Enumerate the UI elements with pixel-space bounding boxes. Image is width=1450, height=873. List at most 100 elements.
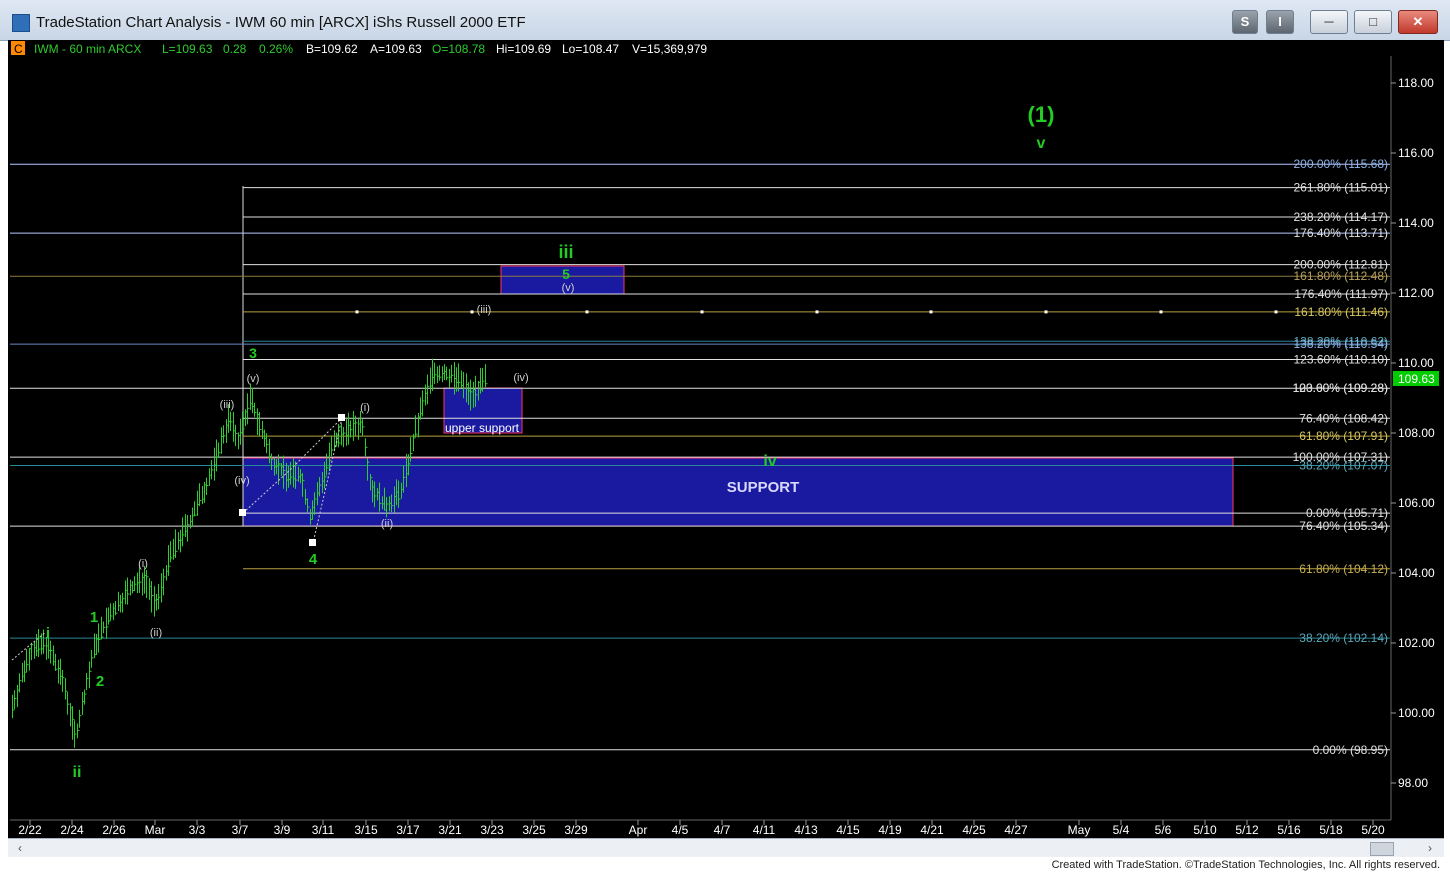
status-symbol: IWM - 60 min ARCX — [34, 42, 141, 56]
time-tick-label: 4/19 — [878, 823, 902, 837]
projection-dot — [1044, 310, 1048, 314]
wave-label: (ii) — [150, 627, 162, 639]
time-tick-label: 4/27 — [1004, 823, 1028, 837]
fib-label: 61.80% (104.12) — [1299, 562, 1388, 576]
time-tick-label: 2/22 — [18, 823, 42, 837]
time-tick-label: 5/18 — [1319, 823, 1343, 837]
wave-label: (v) — [562, 282, 575, 294]
symbol-link-s-button[interactable]: S — [1232, 10, 1258, 34]
status-last: L=109.63 — [162, 42, 213, 56]
wave-label: (1) — [1028, 102, 1055, 127]
projection-dot — [1159, 310, 1163, 314]
projection-dot — [470, 310, 474, 314]
maximize-button[interactable]: □ — [1354, 10, 1392, 34]
status-low: Lo=108.47 — [562, 42, 619, 56]
minimize-button[interactable]: ─ — [1310, 10, 1348, 34]
fib-label: 0.00% (105.71) — [1306, 506, 1388, 520]
projection-dot — [815, 310, 819, 314]
price-bars-layer — [12, 358, 488, 748]
time-tick-label: 2/26 — [102, 823, 126, 837]
price-chart[interactable]: C IWM - 60 min ARCX L=109.63 0.28 0.26% … — [8, 40, 1444, 838]
projection-dot — [700, 310, 704, 314]
wave-labels-layer: (1)viii5(v)(iii)3(v)(iii)(iv)(i)(iv)(ii)… — [46, 102, 1055, 781]
fib-label: 261.80% (115.01) — [1293, 181, 1388, 195]
time-tick-label: 3/7 — [232, 823, 249, 837]
wave-label: 2 — [96, 673, 104, 690]
fib-label: 123.60% (110.10) — [1293, 353, 1388, 367]
projection-dot — [929, 310, 933, 314]
horizontal-scrollbar[interactable]: ‹ › — [8, 838, 1444, 857]
price-tick-label: 104.00 — [1398, 566, 1435, 580]
upper-support-label: upper support — [445, 421, 520, 435]
price-tick-label: 110.00 — [1398, 356, 1434, 370]
price-tick-label: 112.00 — [1398, 286, 1434, 300]
projection-dot — [355, 310, 359, 314]
time-tick-label: May — [1068, 823, 1091, 837]
price-tick-label: 118.00 — [1398, 76, 1434, 90]
status-c-label: C — [14, 42, 23, 56]
fib-label: 176.40% (113.71) — [1293, 226, 1388, 240]
wave-label: (iv) — [513, 372, 528, 384]
wave-label: 4 — [309, 551, 318, 568]
time-tick-label: 4/15 — [836, 823, 860, 837]
maximize-icon: □ — [1369, 14, 1377, 29]
title-bar: TradeStation Chart Analysis - IWM 60 min… — [0, 0, 1450, 41]
pivot-marker — [239, 509, 246, 516]
status-line: C IWM - 60 min ARCX L=109.63 0.28 0.26% … — [11, 41, 707, 56]
fib-label: 138.20% (110.54) — [1293, 337, 1388, 351]
time-axis: 2/22 2/24 2/26 Mar 3/3 3/7 3/9 3/11 3/15 3/17 3/21… — [18, 820, 1385, 837]
time-tick-label: 5/12 — [1235, 823, 1259, 837]
price-tick-label: 102.00 — [1398, 636, 1435, 650]
fib-labels-layer: 200.00% (115.68) 261.80% (115.01) 238.20% … — [1293, 157, 1388, 757]
time-tick-label: 3/17 — [396, 823, 420, 837]
wave-label: i — [46, 625, 50, 642]
wave-label: (iii) — [477, 304, 492, 316]
time-tick-label: Mar — [145, 823, 166, 837]
time-tick-label: 4/13 — [794, 823, 818, 837]
fib-label: 200.00% (115.68) — [1293, 157, 1388, 171]
wave-label: 3 — [249, 345, 257, 361]
close-button[interactable]: ✕ — [1398, 10, 1438, 34]
fib-label: 61.80% (107.91) — [1299, 429, 1388, 443]
time-tick-label: 3/21 — [438, 823, 462, 837]
time-tick-label: Apr — [629, 823, 648, 837]
status-change: 0.28 — [223, 42, 247, 56]
time-tick-label: 4/11 — [753, 823, 776, 837]
status-bid: B=109.62 — [306, 42, 358, 56]
time-tick-label: 5/6 — [1155, 823, 1172, 837]
chart-area[interactable]: C IWM - 60 min ARCX L=109.63 0.28 0.26% … — [8, 40, 1444, 838]
pivot-marker — [338, 414, 345, 421]
time-tick-label: 5/16 — [1277, 823, 1301, 837]
wave-label: (i) — [360, 402, 370, 414]
time-tick-label: 3/29 — [564, 823, 588, 837]
wave-label: v — [1037, 135, 1046, 152]
scroll-thumb[interactable] — [1370, 842, 1394, 856]
fib-label: 0.00% (98.95) — [1313, 743, 1388, 757]
wave-label: (ii) — [381, 518, 393, 530]
wave-label: iv — [763, 453, 776, 470]
scroll-left-icon[interactable]: ‹ — [12, 840, 28, 856]
fib-label: 238.20% (114.17) — [1293, 210, 1388, 224]
projection-dot — [585, 310, 589, 314]
time-tick-label: 3/15 — [354, 823, 378, 837]
time-tick-label: 3/11 — [312, 823, 335, 837]
copyright-footer: Created with TradeStation. ©TradeStation… — [1051, 859, 1440, 871]
support-label: SUPPORT — [727, 479, 800, 496]
time-tick-label: 5/4 — [1113, 823, 1130, 837]
fib-label: 123.60% (109.28) — [1293, 381, 1388, 395]
indicator-i-button[interactable]: I — [1266, 10, 1294, 34]
wave-label: (iv) — [234, 475, 249, 487]
status-open: O=108.78 — [432, 42, 485, 56]
time-tick-label: 5/10 — [1193, 823, 1217, 837]
status-pct: 0.26% — [259, 42, 293, 56]
price-tick-label: 106.00 — [1398, 496, 1435, 510]
tradestation-app-icon — [12, 14, 30, 32]
scroll-right-icon[interactable]: › — [1422, 840, 1438, 856]
time-tick-label: 5/20 — [1361, 823, 1385, 837]
price-tick-label: 108.00 — [1398, 426, 1435, 440]
fib-label: 161.80% (111.46) — [1294, 305, 1388, 319]
price-tick-label: 100.00 — [1398, 706, 1435, 720]
wave-label: (v) — [247, 373, 260, 385]
status-ask: A=109.63 — [370, 42, 422, 56]
status-volume: V=15,369,979 — [632, 42, 707, 56]
